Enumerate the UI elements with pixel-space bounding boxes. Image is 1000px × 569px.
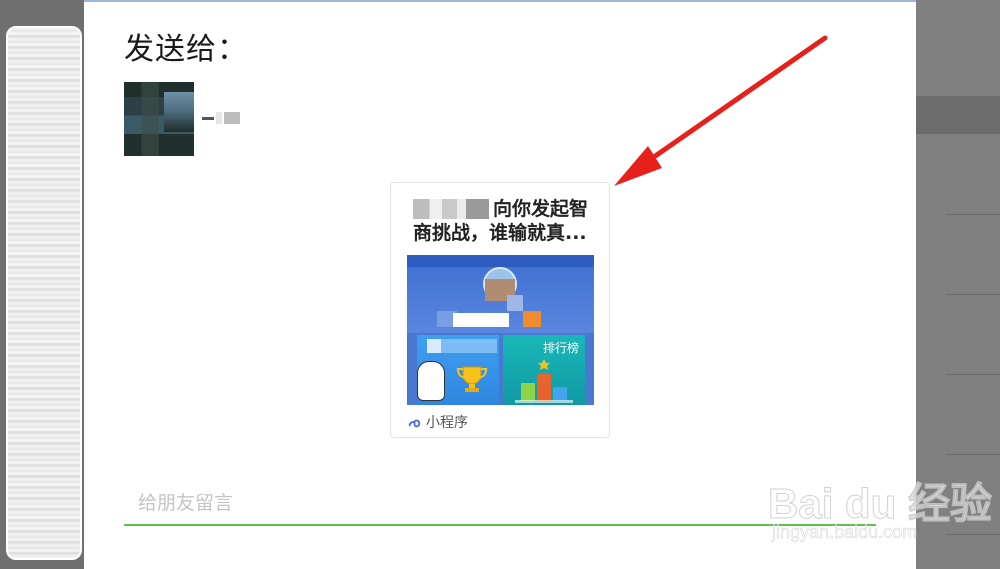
cartoon-character-icon xyxy=(417,361,445,401)
mini-program-cover-image: 排行榜 xyxy=(407,255,594,405)
baidu-jingyan-watermark: Bai du 经验 jingyan.baidu.com xyxy=(767,470,1000,550)
background-header-band xyxy=(916,96,1000,134)
trophy-icon xyxy=(456,366,488,392)
cover-mosaic xyxy=(507,295,523,311)
background-divider xyxy=(946,374,1000,375)
watermark-url: jingyan.baidu.com xyxy=(772,522,918,543)
background-divider xyxy=(946,294,1000,295)
mini-program-card[interactable]: 向你发起智商挑战，谁输就真... 排行榜 小程序 xyxy=(390,182,610,438)
cover-profile-banner xyxy=(407,255,594,333)
cover-top-bar xyxy=(407,255,594,267)
leaderboard-label: 排行榜 xyxy=(543,341,580,355)
mini-program-icon xyxy=(408,419,421,427)
message-input[interactable] xyxy=(124,482,876,526)
background-divider xyxy=(946,214,1000,215)
cover-tile-trophy xyxy=(417,335,499,405)
background-blurred-card xyxy=(6,26,82,560)
cover-mosaic xyxy=(453,313,509,327)
cover-tile-label-blurred xyxy=(427,339,497,353)
cover-tile-leaderboard: 排行榜 xyxy=(503,335,585,405)
podium-icon xyxy=(515,359,573,403)
mini-program-title: 向你发起智商挑战，谁输就真... xyxy=(413,198,589,244)
mini-program-label: 小程序 xyxy=(426,415,468,431)
dialog-title: 发送给： xyxy=(124,32,248,67)
recipient-avatar-mosaic xyxy=(164,92,194,132)
recipient-avatar[interactable] xyxy=(124,82,194,156)
recipient-name-blurred xyxy=(202,110,246,126)
background-left-panel xyxy=(0,0,84,569)
cover-mosaic xyxy=(523,311,541,327)
annotation-arrow-icon xyxy=(614,35,828,186)
mini-program-footer: 小程序 xyxy=(407,413,468,431)
background-divider xyxy=(946,454,1000,455)
